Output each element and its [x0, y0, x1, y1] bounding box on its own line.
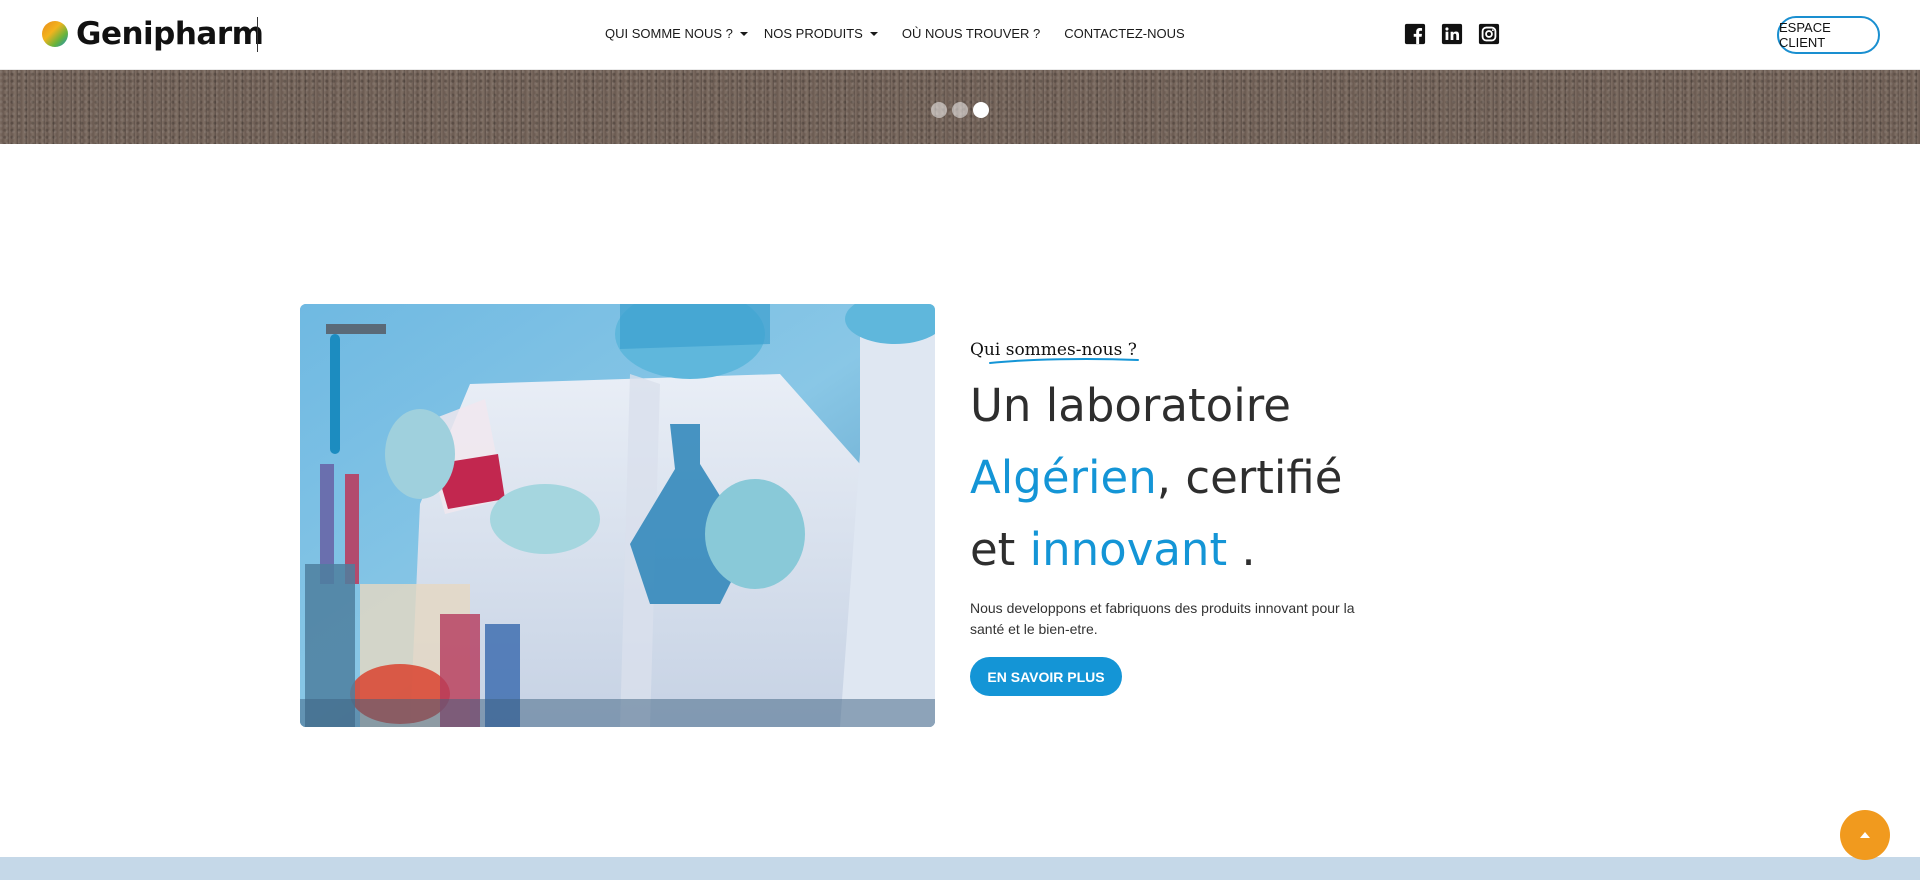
headline-line-2-rest: , certifié — [1156, 451, 1343, 504]
next-section-band — [0, 857, 1920, 880]
laboratory-photo — [300, 304, 935, 727]
facebook-icon[interactable] — [1404, 23, 1426, 45]
nav-item-qui-somme-nous[interactable]: QUI SOMME NOUS ? — [605, 26, 748, 41]
headline-line-3: et innovant . — [970, 514, 1470, 586]
caret-down-icon — [739, 31, 748, 36]
espace-client-button[interactable]: ESPACE CLIENT — [1777, 16, 1880, 54]
nav-item-label: CONTACTEZ-NOUS — [1064, 26, 1185, 41]
main-nav: QUI SOMME NOUS ? NOS PRODUITS OÙ NOUS TR… — [605, 26, 1185, 41]
headline-highlight-innovant: innovant — [1029, 523, 1228, 576]
section-headline: Un laboratoire Algérien, certifié et inn… — [970, 370, 1470, 586]
arrow-up-icon — [1860, 832, 1870, 838]
instagram-icon[interactable] — [1478, 23, 1500, 45]
scroll-to-top-button[interactable] — [1840, 810, 1890, 860]
caret-down-icon — [869, 31, 878, 36]
carousel-dot-2[interactable] — [952, 102, 968, 118]
headline-line-2: Algérien, certifié — [970, 442, 1470, 514]
headline-line-3-prefix: et — [970, 523, 1030, 576]
logo-text: Genipharm — [76, 16, 264, 52]
nav-item-label: OÙ NOUS TROUVER ? — [901, 26, 1041, 41]
site-header: Genipharm QUI SOMME NOUS ? NOS PRODUITS … — [0, 0, 1920, 70]
headline-line-3-suffix: . — [1227, 523, 1256, 576]
carousel-dots — [931, 102, 994, 118]
carousel-dot-1[interactable] — [931, 102, 947, 118]
en-savoir-plus-button[interactable]: EN SAVOIR PLUS — [970, 657, 1122, 696]
nav-item-contactez-nous[interactable]: CONTACTEZ-NOUS — [1064, 26, 1184, 41]
logo-divider — [257, 17, 258, 52]
headline-highlight-algerien: Algérien — [970, 451, 1157, 504]
headline-line-1: Un laboratoire — [970, 379, 1291, 432]
linkedin-icon[interactable] — [1441, 23, 1463, 45]
logo[interactable]: Genipharm — [42, 16, 264, 52]
carousel-dot-3[interactable] — [973, 102, 989, 118]
eyebrow-underline — [989, 358, 1139, 364]
nav-item-nos-produits[interactable]: NOS PRODUITS — [764, 26, 878, 41]
section-description: Nous developpons et fabriquons des produ… — [970, 600, 1355, 637]
nav-item-label: NOS PRODUITS — [763, 26, 863, 41]
nav-item-ou-nous-trouver[interactable]: OÙ NOUS TROUVER ? — [902, 26, 1040, 41]
logo-mark-icon — [42, 21, 68, 47]
nav-item-label: QUI SOMME NOUS ? — [605, 26, 733, 41]
